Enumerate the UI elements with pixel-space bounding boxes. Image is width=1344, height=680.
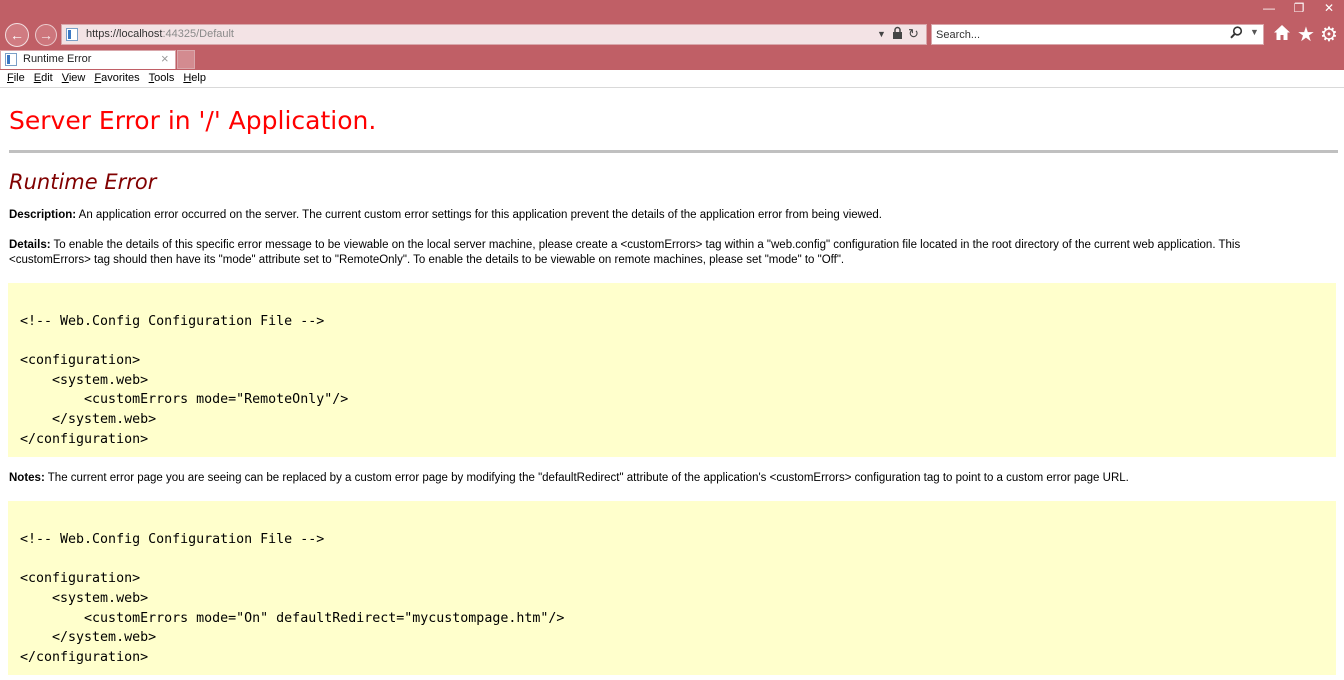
- code-listing: <!-- Web.Config Configuration File --> <c…: [20, 530, 1324, 667]
- forward-arrow-icon[interactable]: →: [35, 24, 57, 46]
- star-icon[interactable]: ★: [1297, 24, 1315, 46]
- details-text: To enable the details of this specific e…: [9, 239, 1241, 266]
- address-dropdown-icon[interactable]: ▼: [877, 29, 886, 39]
- code-line: <customErrors mode="On" defaultRedirect=…: [20, 610, 565, 626]
- address-bar[interactable]: https://localhost:44325/Default ▼ ↻: [61, 24, 927, 45]
- notes-label: Notes:: [9, 472, 45, 485]
- code-line: <system.web>: [20, 590, 149, 606]
- search-dropdown-icon[interactable]: ▼: [1250, 27, 1259, 37]
- minimize-icon[interactable]: —: [1254, 0, 1284, 18]
- close-icon[interactable]: ✕: [1314, 0, 1344, 18]
- url-host: https://localhost: [86, 28, 163, 40]
- menu-edit-label: dit: [41, 72, 53, 84]
- code-line: <customErrors mode="RemoteOnly"/>: [20, 392, 349, 408]
- menu-file-label: ile: [13, 72, 25, 84]
- menu-tools[interactable]: Tools: [149, 70, 175, 87]
- gear-icon[interactable]: ⚙: [1320, 24, 1338, 46]
- code-block-remote-only: <!-- Web.Config Configuration File --> <c…: [8, 283, 1336, 458]
- restore-icon[interactable]: ❐: [1284, 0, 1314, 18]
- menu-help[interactable]: Help: [183, 70, 206, 87]
- divider: [9, 150, 1338, 153]
- search-box[interactable]: ▼: [931, 24, 1264, 45]
- menu-file[interactable]: File: [7, 70, 25, 87]
- refresh-icon[interactable]: ↻: [908, 26, 919, 42]
- code-line: </configuration>: [20, 649, 149, 665]
- description-text: An application error occurred on the ser…: [76, 209, 882, 221]
- menu-edit-key: E: [33, 72, 42, 84]
- browser-chrome: — ❐ ✕ ← → https://localhost:44325/Defaul…: [0, 0, 1344, 70]
- code-line: <system.web>: [20, 372, 149, 388]
- code-line: <configuration>: [20, 571, 141, 587]
- back-arrow-icon[interactable]: ←: [5, 23, 29, 47]
- notes-text: The current error page you are seeing ca…: [44, 472, 1129, 485]
- tab-page-icon: [5, 53, 17, 66]
- tab-title: Runtime Error: [23, 53, 92, 65]
- menu-favorites-label: avorites: [101, 72, 140, 84]
- page-icon: [66, 28, 78, 41]
- error-subtitle: Runtime Error: [9, 170, 157, 194]
- menu-bar: File Edit View Favorites Tools Help: [0, 70, 1344, 88]
- page-title: Server Error in '/' Application.: [9, 106, 377, 135]
- home-icon[interactable]: [1273, 24, 1291, 46]
- menu-view-key: V: [61, 72, 69, 84]
- code-line: </configuration>: [20, 431, 149, 447]
- description-label: Description:: [9, 209, 77, 221]
- lock-icon[interactable]: [892, 26, 903, 42]
- code-line: <!-- Web.Config Configuration File -->: [20, 314, 325, 329]
- tab-close-icon[interactable]: ×: [161, 51, 169, 66]
- menu-tools-label: ools: [154, 72, 175, 84]
- menu-view-label: iew: [68, 72, 86, 84]
- notes-paragraph: Notes: The current error page you are se…: [9, 471, 1309, 486]
- code-block-default-redirect: <!-- Web.Config Configuration File --> <c…: [8, 501, 1336, 676]
- page-content: Server Error in '/' Application. Runtime…: [8, 88, 1338, 676]
- code-line: </system.web>: [20, 411, 157, 427]
- details-label: Details:: [9, 239, 51, 251]
- search-input[interactable]: [936, 27, 1216, 42]
- code-line: <!-- Web.Config Configuration File -->: [20, 532, 325, 548]
- window-controls: — ❐ ✕: [1254, 0, 1344, 18]
- url-text[interactable]: https://localhost:44325/Default: [86, 28, 234, 40]
- menu-favorites[interactable]: Favorites: [94, 70, 139, 87]
- description-paragraph: Description: An application error occurr…: [9, 208, 1309, 223]
- menu-help-label: elp: [191, 72, 206, 84]
- tab-runtime-error[interactable]: Runtime Error ×: [0, 50, 176, 69]
- search-icon[interactable]: [1230, 26, 1243, 42]
- url-path: :44325/Default: [162, 28, 234, 40]
- menu-file-key: F: [7, 72, 14, 84]
- code-listing: <!-- Web.Config Configuration File --> <c…: [20, 312, 1324, 449]
- code-line: </system.web>: [20, 630, 157, 646]
- menu-edit[interactable]: Edit: [34, 70, 53, 87]
- new-tab-button[interactable]: [177, 50, 195, 69]
- code-line: <configuration>: [20, 353, 141, 369]
- details-paragraph: Details: To enable the details of this s…: [9, 238, 1309, 268]
- menu-view[interactable]: View: [62, 70, 86, 87]
